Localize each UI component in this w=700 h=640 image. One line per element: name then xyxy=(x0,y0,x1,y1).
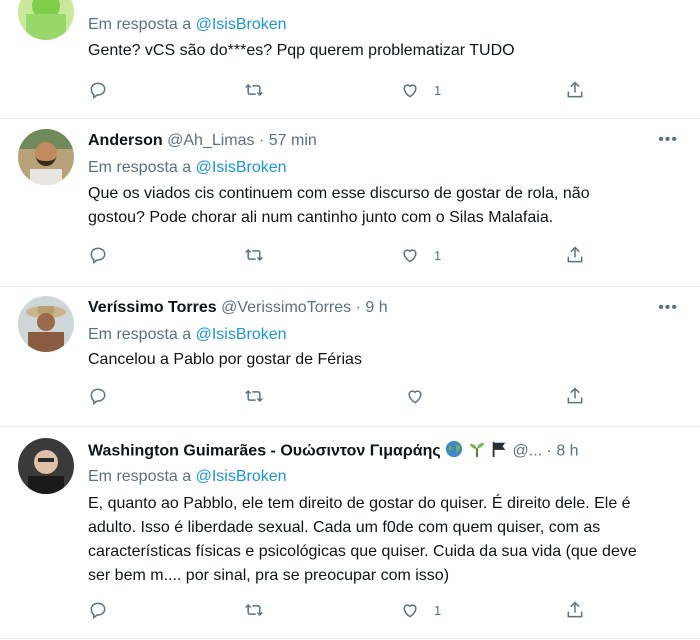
display-name[interactable]: Veríssimo Torres xyxy=(88,299,217,316)
action-bar xyxy=(88,384,588,408)
share-button[interactable] xyxy=(565,384,585,408)
tweet-text: Cancelou a Pablo por gostar de Férias xyxy=(88,351,362,368)
mention-link[interactable]: @IsisBroken xyxy=(196,16,287,33)
like-icon xyxy=(408,390,422,404)
avatar[interactable] xyxy=(18,129,74,185)
retweet-button[interactable] xyxy=(244,598,264,622)
separator-dot: · xyxy=(546,442,552,460)
retweet-button[interactable] xyxy=(244,384,264,408)
reply-icon xyxy=(90,388,106,405)
reply-icon xyxy=(90,247,106,264)
like-button[interactable] xyxy=(405,384,425,408)
timestamp[interactable]: 9 h xyxy=(365,299,387,316)
like-count: 1 xyxy=(434,82,442,98)
like-icon xyxy=(403,84,417,98)
avatar[interactable] xyxy=(18,296,74,352)
tweet-header: Washington Guimarães - Ουώσιντον Γιμαράη… xyxy=(88,440,579,463)
reply-button[interactable] xyxy=(88,384,108,408)
retweet-icon xyxy=(245,248,263,262)
action-bar: 1 xyxy=(88,598,588,622)
tweet-0[interactable]: Em resposta a @IsisBroken Gente? vCS são… xyxy=(0,0,700,119)
share-icon xyxy=(567,81,583,98)
share-button[interactable] xyxy=(565,78,585,102)
like-button[interactable]: 1 xyxy=(400,78,441,102)
reply-icon xyxy=(90,82,106,99)
reply-button[interactable] xyxy=(88,78,108,102)
retweet-icon xyxy=(245,603,263,617)
like-count: 1 xyxy=(434,247,442,263)
seedling-emoji-icon xyxy=(468,440,486,463)
display-name[interactable]: Washington Guimarães - Ουώσιντον Γιμαράη… xyxy=(88,443,441,460)
like-count: 1 xyxy=(434,602,442,618)
timestamp[interactable]: 8 h xyxy=(556,443,578,460)
like-icon xyxy=(403,604,417,618)
black-flag-emoji-icon xyxy=(490,440,508,463)
action-bar: 1 xyxy=(88,78,588,102)
like-button[interactable]: 1 xyxy=(400,243,441,267)
tweet-text: Gente? vCS são do***es? Pqp querem probl… xyxy=(88,42,515,59)
reply-icon xyxy=(90,602,106,619)
share-icon xyxy=(567,246,583,263)
tweet-2[interactable]: Veríssimo Torres @VerissimoTorres · 9 h … xyxy=(0,286,700,427)
mention-link[interactable]: @IsisBroken xyxy=(196,468,287,485)
globe-emoji-icon xyxy=(445,440,463,463)
tweet-text: E, quanto ao Pabblo, ele tem direito de … xyxy=(88,495,637,584)
retweet-icon xyxy=(245,389,263,403)
retweet-button[interactable] xyxy=(244,78,264,102)
reply-button[interactable] xyxy=(88,598,108,622)
like-icon xyxy=(403,249,417,263)
tweet-1[interactable]: Anderson @Ah_Limas · 57 min ••• Em respo… xyxy=(0,118,700,287)
action-bar: 1 xyxy=(88,243,588,267)
tweet-text: Que os viados cis continuem com esse dis… xyxy=(88,185,590,226)
tweet-3[interactable]: Washington Guimarães - Ουώσιντον Γιμαράη… xyxy=(0,426,700,639)
separator-dot: · xyxy=(355,299,361,316)
replying-to: Em resposta a @IsisBroken xyxy=(88,468,287,485)
mention-link[interactable]: @IsisBroken xyxy=(196,326,287,343)
share-icon xyxy=(567,387,583,404)
replying-to: Em resposta a @IsisBroken xyxy=(88,159,287,176)
share-button[interactable] xyxy=(565,598,585,622)
share-icon xyxy=(567,601,583,618)
more-options-button[interactable]: ••• xyxy=(658,299,678,317)
reply-button[interactable] xyxy=(88,243,108,267)
retweet-button[interactable] xyxy=(244,243,264,267)
replying-to: Em resposta a @IsisBroken xyxy=(88,16,287,33)
avatar[interactable] xyxy=(18,0,74,40)
avatar[interactable] xyxy=(18,438,74,494)
share-button[interactable] xyxy=(565,243,585,267)
separator-dot: · xyxy=(258,132,265,149)
more-options-button[interactable]: ••• xyxy=(658,131,678,149)
user-handle[interactable]: @... xyxy=(513,443,543,460)
user-handle[interactable]: @Ah_Limas xyxy=(167,132,254,149)
tweet-header: Anderson @Ah_Limas · 57 min xyxy=(88,132,317,150)
mention-link[interactable]: @IsisBroken xyxy=(196,159,287,176)
user-handle[interactable]: @VerissimoTorres xyxy=(221,299,351,316)
timestamp[interactable]: 57 min xyxy=(269,132,317,149)
tweet-header: Veríssimo Torres @VerissimoTorres · 9 h xyxy=(88,299,388,317)
retweet-icon xyxy=(245,83,263,97)
display-name[interactable]: Anderson xyxy=(88,132,163,149)
replying-to: Em resposta a @IsisBroken xyxy=(88,326,287,343)
like-button[interactable]: 1 xyxy=(400,598,441,622)
